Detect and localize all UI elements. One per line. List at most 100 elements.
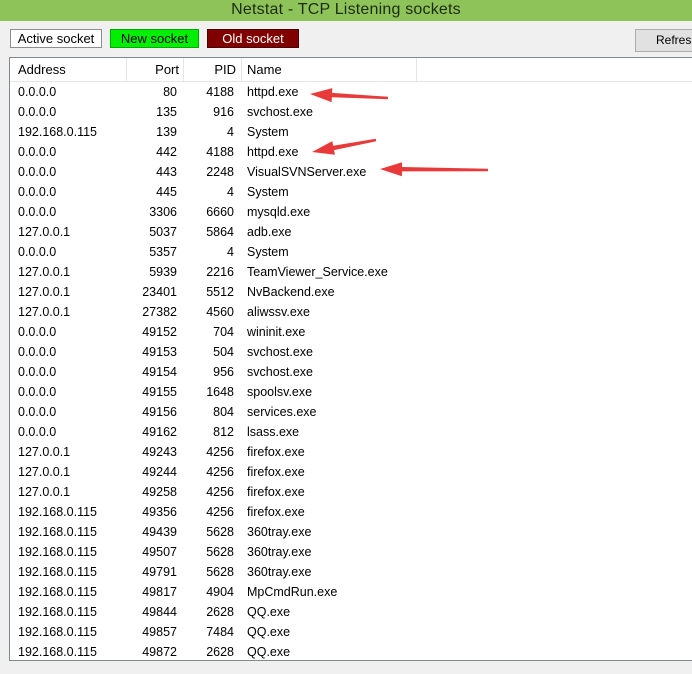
table-row[interactable]: 0.0.0.0 49162 812 lsass.exe xyxy=(10,422,692,442)
table-row[interactable]: 192.168.0.115 139 4 System xyxy=(10,122,692,142)
cell-name: svchost.exe xyxy=(247,365,314,379)
cell-pid: 4 xyxy=(227,125,234,139)
cell-address: 192.168.0.115 xyxy=(18,605,98,619)
cell-name: aliwssv.exe xyxy=(247,305,310,319)
cell-address: 127.0.0.1 xyxy=(18,265,71,279)
column-header-address[interactable]: Address xyxy=(10,58,127,81)
cell-pid: 4904 xyxy=(206,585,234,599)
cell-name: firefox.exe xyxy=(247,445,305,459)
table-row[interactable]: 0.0.0.0 49153 504 svchost.exe xyxy=(10,342,692,362)
cell-name: VisualSVNServer.exe xyxy=(247,165,367,179)
column-header-name[interactable]: Name xyxy=(242,58,417,81)
cell-name: 360tray.exe xyxy=(247,545,312,559)
cell-address: 0.0.0.0 xyxy=(18,205,57,219)
refresh-button[interactable]: Refresh xyxy=(635,29,692,52)
cell-name: spoolsv.exe xyxy=(247,385,313,399)
table-row[interactable]: 192.168.0.115 49791 5628 360tray.exe xyxy=(10,562,692,582)
table-row[interactable]: 192.168.0.115 49439 5628 360tray.exe xyxy=(10,522,692,542)
old-socket-legend: Old socket xyxy=(207,29,299,48)
cell-port: 139 xyxy=(156,125,177,139)
cell-pid: 2628 xyxy=(206,645,234,659)
table-row[interactable]: 0.0.0.0 3306 6660 mysqld.exe xyxy=(10,202,692,222)
table-row[interactable]: 127.0.0.1 23401 5512 NvBackend.exe xyxy=(10,282,692,302)
cell-name: httpd.exe xyxy=(247,85,299,99)
table-row[interactable]: 192.168.0.115 49857 7484 QQ.exe xyxy=(10,622,692,642)
cell-address: 127.0.0.1 xyxy=(18,225,71,239)
cell-pid: 7484 xyxy=(206,625,234,639)
cell-name: firefox.exe xyxy=(247,485,305,499)
column-header-port[interactable]: Port xyxy=(127,58,184,81)
table-row[interactable]: 0.0.0.0 49156 804 services.exe xyxy=(10,402,692,422)
cell-address: 192.168.0.115 xyxy=(18,505,98,519)
cell-name: QQ.exe xyxy=(247,625,291,639)
column-header-pid[interactable]: PID xyxy=(184,58,242,81)
cell-address: 0.0.0.0 xyxy=(18,85,57,99)
sockets-list-view[interactable]: Address Port PID Name 0.0.0.0 80 4188 httpd… xyxy=(9,57,692,661)
cell-name: firefox.exe xyxy=(247,505,305,519)
table-row[interactable]: 0.0.0.0 442 4188 httpd.exe xyxy=(10,142,692,162)
table-row[interactable]: 0.0.0.0 49152 704 wininit.exe xyxy=(10,322,692,342)
table-row[interactable]: 127.0.0.1 49244 4256 firefox.exe xyxy=(10,462,692,482)
cell-pid: 1648 xyxy=(206,385,234,399)
cell-address: 127.0.0.1 xyxy=(18,445,71,459)
cell-pid: 5628 xyxy=(206,545,234,559)
cell-port: 49857 xyxy=(142,625,177,639)
cell-address: 192.168.0.115 xyxy=(18,645,98,659)
cell-address: 192.168.0.115 xyxy=(18,625,98,639)
cell-address: 0.0.0.0 xyxy=(18,145,57,159)
cell-name: TeamViewer_Service.exe xyxy=(247,265,388,279)
table-row[interactable]: 192.168.0.115 49817 4904 MpCmdRun.exe xyxy=(10,582,692,602)
cell-port: 49817 xyxy=(142,585,177,599)
cell-port: 49258 xyxy=(142,485,177,499)
cell-port: 80 xyxy=(163,85,177,99)
cell-address: 0.0.0.0 xyxy=(18,425,57,439)
cell-name: MpCmdRun.exe xyxy=(247,585,338,599)
cell-name: QQ.exe xyxy=(247,605,291,619)
table-row[interactable]: 192.168.0.115 49507 5628 360tray.exe xyxy=(10,542,692,562)
table-row[interactable]: 127.0.0.1 49243 4256 firefox.exe xyxy=(10,442,692,462)
table-row[interactable]: 0.0.0.0 135 916 svchost.exe xyxy=(10,102,692,122)
cell-pid: 4 xyxy=(227,245,234,259)
cell-name: services.exe xyxy=(247,405,317,419)
table-row[interactable]: 0.0.0.0 5357 4 System xyxy=(10,242,692,262)
table-row[interactable]: 192.168.0.115 49872 2628 QQ.exe xyxy=(10,642,692,660)
cell-port: 5357 xyxy=(149,245,177,259)
cell-port: 5037 xyxy=(149,225,177,239)
cell-port: 49507 xyxy=(142,545,177,559)
table-row[interactable]: 0.0.0.0 445 4 System xyxy=(10,182,692,202)
new-socket-legend: New socket xyxy=(110,29,199,48)
table-row[interactable]: 0.0.0.0 443 2248 VisualSVNServer.exe xyxy=(10,162,692,182)
cell-name: 360tray.exe xyxy=(247,565,312,579)
table-row[interactable]: 192.168.0.115 49356 4256 firefox.exe xyxy=(10,502,692,522)
cell-address: 0.0.0.0 xyxy=(18,245,57,259)
table-row[interactable]: 192.168.0.115 49844 2628 QQ.exe xyxy=(10,602,692,622)
active-socket-legend: Active socket xyxy=(10,29,102,48)
table-row[interactable]: 127.0.0.1 5939 2216 TeamViewer_Service.exe xyxy=(10,262,692,282)
cell-port: 49791 xyxy=(142,565,177,579)
cell-name: adb.exe xyxy=(247,225,292,239)
cell-pid: 812 xyxy=(213,425,234,439)
table-row[interactable]: 0.0.0.0 49155 1648 spoolsv.exe xyxy=(10,382,692,402)
cell-address: 127.0.0.1 xyxy=(18,485,71,499)
table-row[interactable]: 127.0.0.1 49258 4256 firefox.exe xyxy=(10,482,692,502)
cell-port: 27382 xyxy=(142,305,177,319)
table-row[interactable]: 0.0.0.0 49154 956 svchost.exe xyxy=(10,362,692,382)
table-row[interactable]: 127.0.0.1 27382 4560 aliwssv.exe xyxy=(10,302,692,322)
cell-name: httpd.exe xyxy=(247,145,299,159)
cell-port: 23401 xyxy=(142,285,177,299)
cell-port: 49153 xyxy=(142,345,177,359)
cell-name: svchost.exe xyxy=(247,345,314,359)
cell-port: 49844 xyxy=(142,605,177,619)
cell-address: 127.0.0.1 xyxy=(18,285,71,299)
cell-port: 443 xyxy=(156,165,177,179)
cell-pid: 4256 xyxy=(206,485,234,499)
cell-port: 442 xyxy=(156,145,177,159)
table-row[interactable]: 0.0.0.0 80 4188 httpd.exe xyxy=(10,82,692,102)
cell-name: QQ.exe xyxy=(247,645,291,659)
table-row[interactable]: 127.0.0.1 5037 5864 adb.exe xyxy=(10,222,692,242)
cell-port: 135 xyxy=(156,105,177,119)
cell-name: lsass.exe xyxy=(247,425,300,439)
cell-address: 192.168.0.115 xyxy=(18,585,98,599)
cell-port: 49154 xyxy=(142,365,177,379)
cell-pid: 5628 xyxy=(206,565,234,579)
